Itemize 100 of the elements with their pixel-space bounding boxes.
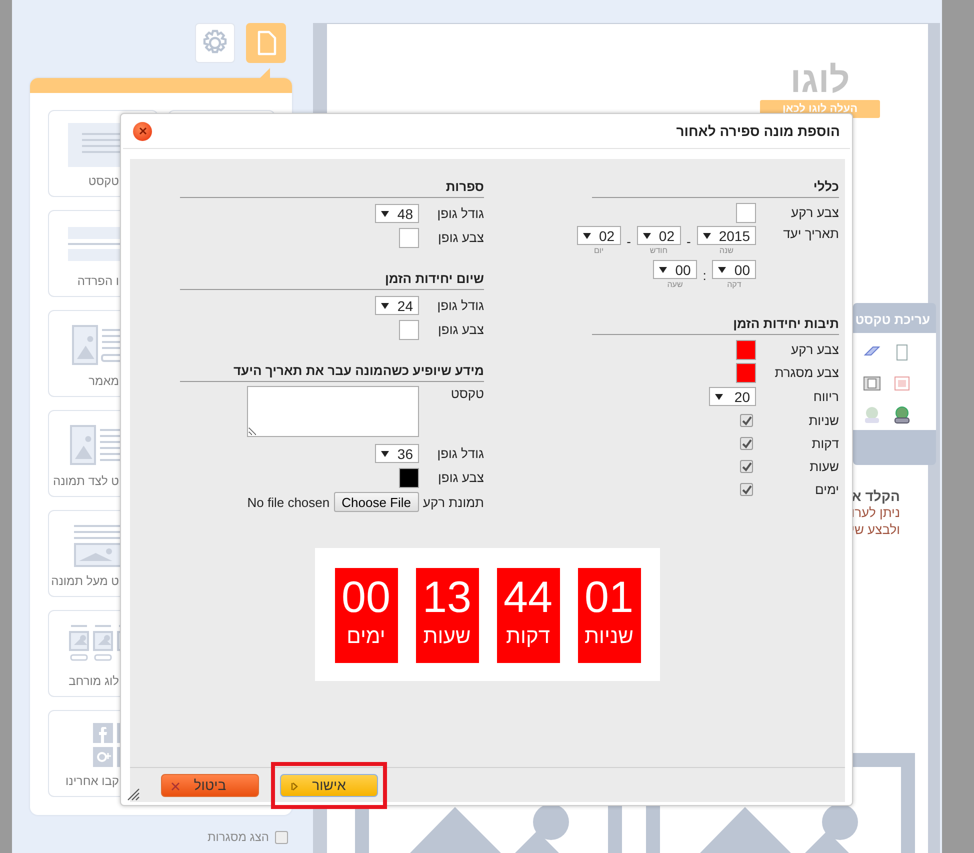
field-caption: שעה xyxy=(667,279,683,290)
confirm-button[interactable]: אישור xyxy=(280,774,378,796)
countdown-number: 00 xyxy=(342,576,390,620)
color-swatch[interactable] xyxy=(399,468,419,488)
field-caption: יום xyxy=(594,245,604,256)
check-icon xyxy=(741,438,752,449)
field-label: צבע רקע xyxy=(790,205,839,220)
choose-file-button[interactable]: Choose File xyxy=(334,492,419,512)
field-label: ימים xyxy=(814,482,839,497)
field-label: טקסט xyxy=(450,386,484,401)
countdown-unit: ימים xyxy=(346,624,386,650)
widget-label: ט מעל תמונה xyxy=(51,574,119,588)
f-letter-icon xyxy=(93,723,113,743)
cancel-button[interactable]: ביטול xyxy=(161,774,259,796)
dropdown[interactable]: 02 xyxy=(636,226,680,245)
globe-icon xyxy=(892,405,912,424)
field-label: ריווח xyxy=(812,389,839,404)
separator: - xyxy=(626,232,631,250)
checkbox[interactable] xyxy=(740,460,753,473)
text-area[interactable] xyxy=(247,386,419,437)
dropdown[interactable]: 00 xyxy=(653,260,697,279)
toolbar-title: עריכת טקסט xyxy=(854,311,931,329)
file-status: No file chosen xyxy=(247,494,330,510)
close-button[interactable] xyxy=(133,122,152,140)
field-label: צבע גופן xyxy=(437,230,484,245)
close-icon xyxy=(138,127,146,135)
field-label: גודל גופן xyxy=(436,206,484,221)
field-label: תאריך יעד xyxy=(782,226,839,241)
section-heading: תיבות יחידות הזמן xyxy=(592,316,839,335)
countdown-number: 13 xyxy=(422,576,472,620)
checkbox[interactable] xyxy=(275,830,288,844)
color-swatch[interactable] xyxy=(736,202,756,222)
widget-label: ט לצד תמונה xyxy=(53,474,119,488)
section-heading: ספרות xyxy=(180,179,484,198)
x-icon xyxy=(171,782,180,790)
field-label: צבע רקע xyxy=(790,342,839,357)
section-heading: כללי xyxy=(592,179,839,198)
countdown-unit: דקות xyxy=(506,624,550,650)
caret-icon xyxy=(381,302,390,308)
separator: : xyxy=(702,266,706,284)
caret-icon xyxy=(718,266,726,272)
caret-icon xyxy=(642,232,651,238)
countdown-unit: שניות xyxy=(584,624,634,650)
checkbox[interactable] xyxy=(740,437,753,450)
check-icon xyxy=(741,461,752,472)
check-icon xyxy=(741,415,752,426)
frame-corner-drawing xyxy=(853,752,915,806)
field-label: דקות xyxy=(810,436,839,451)
field-caption: חודש xyxy=(650,245,668,256)
text-heading: הקלד א xyxy=(851,488,900,504)
dropdown[interactable]: 48 xyxy=(375,204,419,223)
countdown-unit: שעות xyxy=(423,624,471,650)
section-heading: שיום יחידות הזמן xyxy=(180,271,484,290)
dropdown[interactable]: 2015 xyxy=(696,226,756,245)
arrow-icon xyxy=(290,782,299,790)
field-label: גודל גופן xyxy=(436,446,484,461)
checkbox[interactable] xyxy=(740,483,753,496)
dropdown[interactable]: 02 xyxy=(577,226,621,245)
widget-label: טקסט xyxy=(88,174,119,188)
globe-icon xyxy=(862,405,882,424)
dropdown[interactable]: 00 xyxy=(712,260,756,279)
field-label: גודל גופן xyxy=(436,298,484,313)
color-swatch[interactable] xyxy=(399,320,419,340)
widget-label: מאמר xyxy=(88,374,119,388)
sidebar-tab[interactable] xyxy=(195,23,235,63)
dialog-title: הוספת מונה ספירה לאחור xyxy=(676,123,840,139)
logo-text: לוגו xyxy=(790,60,850,100)
widget-label: קבו אחרינו xyxy=(66,774,119,788)
dropdown[interactable]: 36 xyxy=(375,444,419,463)
checkbox[interactable] xyxy=(740,414,753,427)
dropdown[interactable]: 20 xyxy=(709,387,756,406)
color-swatch[interactable] xyxy=(736,362,756,382)
caret-icon xyxy=(659,266,668,272)
caret-icon xyxy=(583,232,591,238)
film-icon xyxy=(862,374,882,393)
countdown-number: 44 xyxy=(504,576,552,620)
picture-frame-icon xyxy=(892,374,912,393)
dropdown[interactable]: 24 xyxy=(375,296,419,315)
countdown-number: 01 xyxy=(584,576,634,620)
section-heading: מידע שיופיע כשהמונה עבר את תאריך היעד xyxy=(180,363,484,382)
color-swatch[interactable] xyxy=(399,228,419,248)
field-label: תמונת רקע xyxy=(422,494,484,510)
caret-icon xyxy=(381,450,390,456)
separator: - xyxy=(686,232,691,250)
resize-grip-icon xyxy=(127,788,140,801)
check-icon xyxy=(741,484,752,495)
field-label: צבע גופן xyxy=(437,322,484,337)
field-label: שניות xyxy=(808,413,839,428)
caret-icon xyxy=(715,394,723,400)
field-label: צבע גופן xyxy=(437,470,484,485)
field-label: שעות xyxy=(808,459,839,474)
field-caption: שנה xyxy=(719,245,734,256)
g-plus-icon xyxy=(93,747,113,767)
color-swatch[interactable] xyxy=(736,340,756,360)
caret-icon xyxy=(702,232,711,238)
field-label: צבע מסגרת xyxy=(774,365,839,380)
widget-label: ו הפרדה xyxy=(77,274,119,288)
checkbox-label: הצג מסגרות xyxy=(207,830,269,844)
field-caption: דקה xyxy=(727,279,742,290)
widget-label: לוג מורחב xyxy=(68,674,119,688)
